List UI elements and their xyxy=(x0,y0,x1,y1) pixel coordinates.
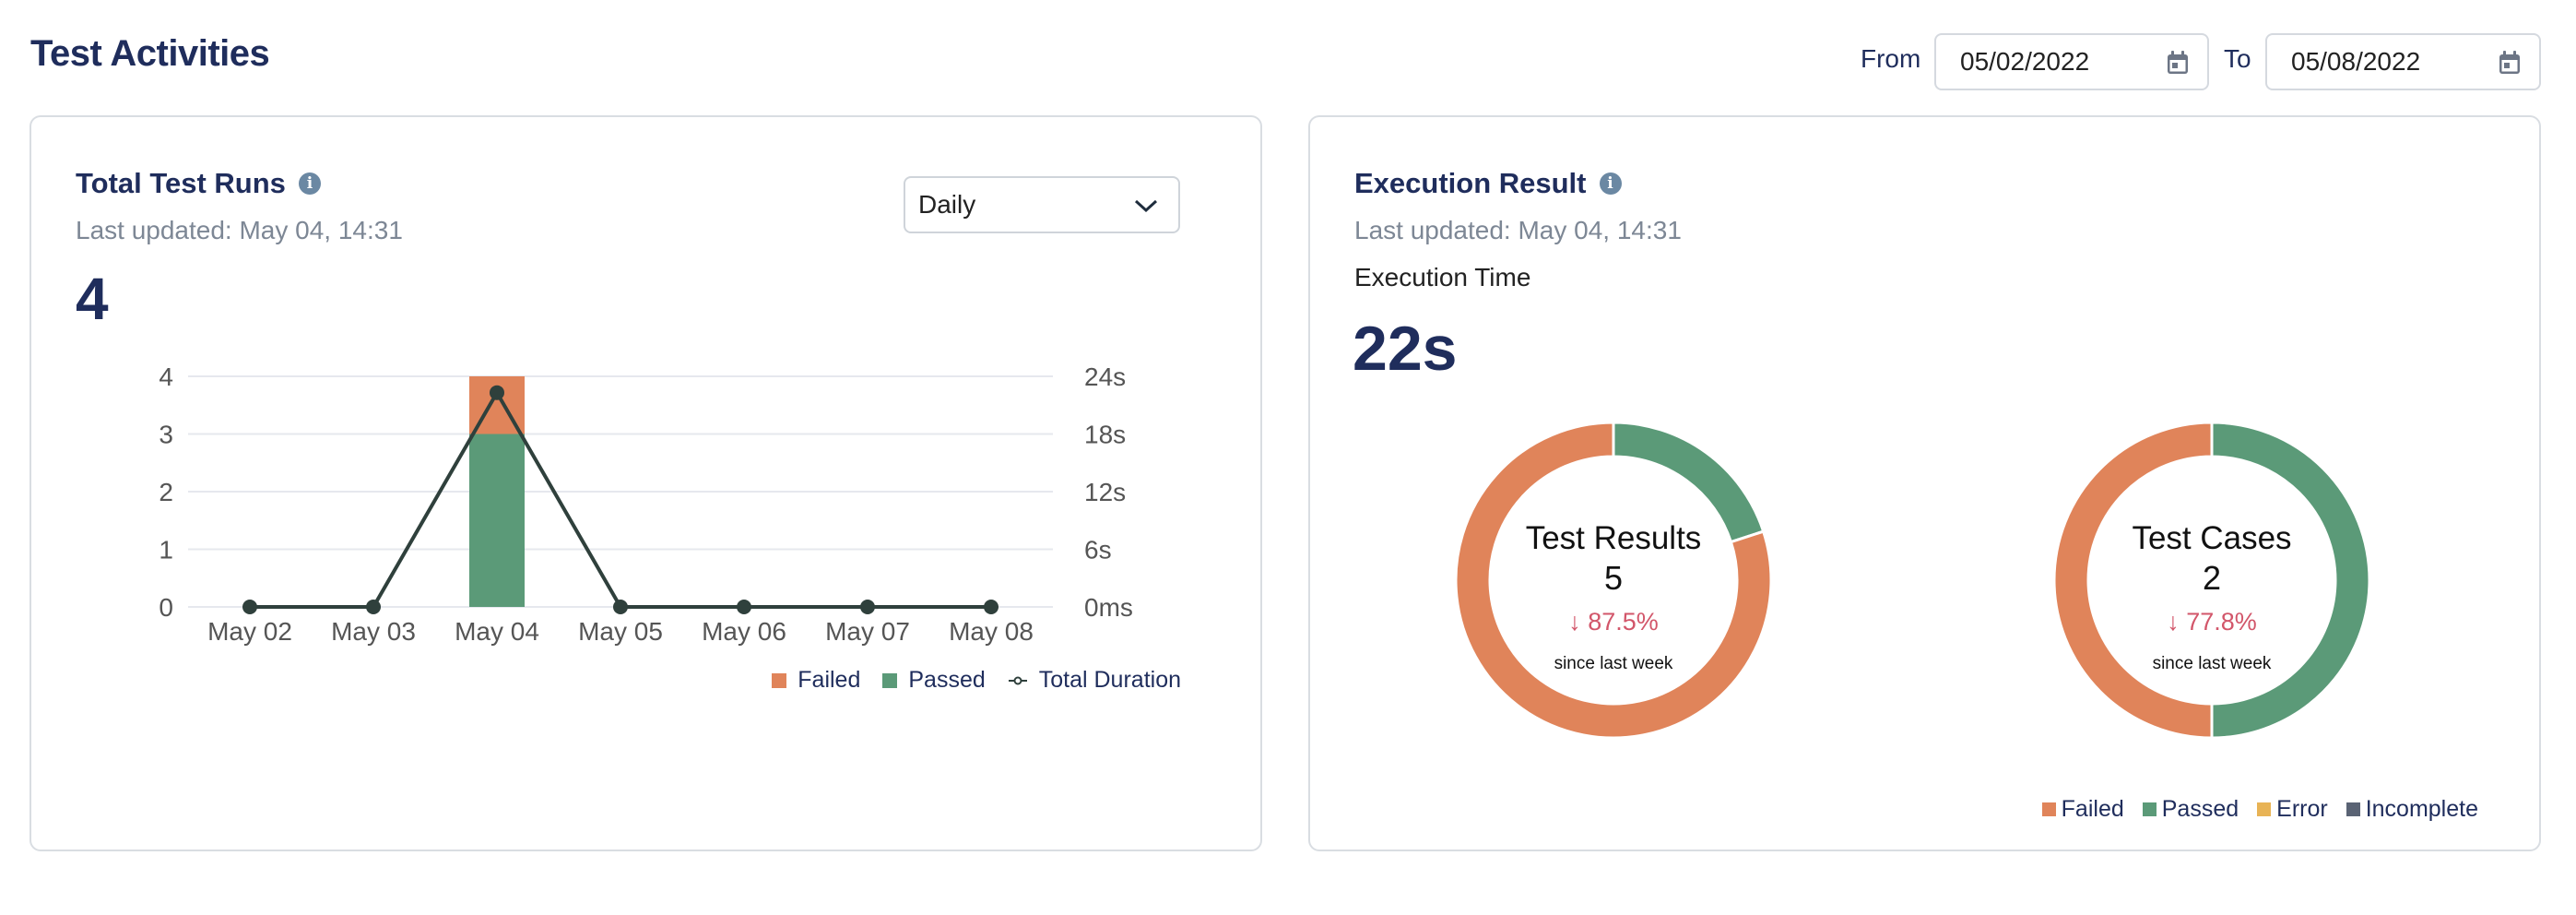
legend-item-passed[interactable]: Passed xyxy=(2142,796,2239,823)
donut-since: since last week xyxy=(2153,654,2272,673)
donut-slice-passed xyxy=(2210,421,2371,740)
legend-label: Passed xyxy=(2161,796,2239,822)
y-tick-label: 3 xyxy=(159,421,173,449)
donut-total: 2 xyxy=(2203,559,2221,597)
x-tick-label: May 04 xyxy=(455,617,539,646)
donut-since: since last week xyxy=(1554,654,1673,673)
x-tick-label: May 02 xyxy=(207,617,292,646)
failed-swatch xyxy=(2041,802,2056,816)
duration-point xyxy=(613,600,628,614)
to-date-value: 05/08/2022 xyxy=(2291,47,2421,76)
y-tick-label: 4 xyxy=(159,362,173,391)
error-swatch xyxy=(2257,802,2272,816)
donut-label: Test Cases xyxy=(2132,520,2291,556)
donut-slice-failed xyxy=(2052,421,2214,740)
legend-label: Passed xyxy=(908,667,986,693)
from-date-value: 05/02/2022 xyxy=(1960,47,2090,76)
legend-label: Error xyxy=(2276,796,2328,822)
legend-label: Total Duration xyxy=(1038,667,1181,693)
passed-swatch xyxy=(882,672,898,688)
duration-line xyxy=(250,390,991,609)
legend-item-error[interactable]: Error xyxy=(2257,796,2328,823)
legend-label: Incomplete xyxy=(2365,796,2478,822)
duration-point xyxy=(490,385,504,400)
from-label: From xyxy=(1861,44,1921,73)
x-tick-label: May 07 xyxy=(825,617,910,646)
duration-point xyxy=(242,600,257,614)
y2-tick-label: 6s xyxy=(1084,536,1112,564)
duration-point xyxy=(366,600,381,614)
legend-item-failed[interactable]: Failed xyxy=(772,667,860,694)
execution-result-card: Execution Result i Last updated: May 04,… xyxy=(1308,115,2541,851)
donut-total: 5 xyxy=(1604,559,1623,597)
x-tick-label: May 08 xyxy=(949,617,1034,646)
calendar-icon[interactable] xyxy=(2499,51,2521,75)
to-label: To xyxy=(2224,44,2251,73)
y2-tick-label: 18s xyxy=(1084,421,1126,449)
legend-label: Failed xyxy=(2061,796,2124,822)
donut-label: Test Results xyxy=(1526,520,1702,556)
test-runs-chart: 0 1 2 3 4 0ms 6s 12s 18s 24s May 02 May 03 May 04 May… xyxy=(159,362,1133,646)
y-tick-label: 2 xyxy=(159,478,173,506)
legend-label: Failed xyxy=(798,667,861,693)
legend-item-total-duration[interactable]: Total Duration xyxy=(1008,667,1181,694)
runs-chart-legend: Failed Passed Total Duration xyxy=(772,667,1181,694)
calendar-icon[interactable] xyxy=(2167,51,2189,75)
duration-point xyxy=(984,600,998,614)
execution-legend: Failed Passed Error Incomplete xyxy=(2041,796,2478,823)
x-tick-label: May 05 xyxy=(578,617,663,646)
to-date-input[interactable]: 05/08/2022 xyxy=(2265,33,2541,90)
duration-point xyxy=(860,600,875,614)
execution-donuts: Test Results5 ↓ 87.5% since last week Test … xyxy=(1454,421,2371,740)
donut-change: ↓ 87.5% xyxy=(1568,608,1659,636)
page-title: Test Activities xyxy=(30,33,270,74)
incomplete-swatch xyxy=(2346,802,2360,816)
legend-item-failed[interactable]: Failed xyxy=(2041,796,2124,823)
y2-tick-label: 0ms xyxy=(1084,593,1133,622)
y-tick-label: 1 xyxy=(159,536,173,564)
y-tick-label: 0 xyxy=(159,593,173,622)
total-test-runs-card: Total Test Runs i Last updated: May 04, … xyxy=(30,115,1262,851)
passed-swatch xyxy=(2142,802,2157,816)
duration-point xyxy=(737,600,751,614)
x-tick-label: May 03 xyxy=(331,617,416,646)
from-date-input[interactable]: 05/02/2022 xyxy=(1934,33,2209,90)
legend-item-incomplete[interactable]: Incomplete xyxy=(2346,796,2478,823)
x-tick-label: May 06 xyxy=(702,617,786,646)
failed-swatch xyxy=(772,672,787,688)
legend-item-passed[interactable]: Passed xyxy=(882,667,986,694)
donut-change: ↓ 77.8% xyxy=(2167,608,2257,636)
y2-tick-label: 12s xyxy=(1084,478,1126,506)
y2-tick-label: 24s xyxy=(1084,362,1126,391)
bar-passed xyxy=(469,434,525,607)
line-marker-icon xyxy=(1008,676,1027,684)
